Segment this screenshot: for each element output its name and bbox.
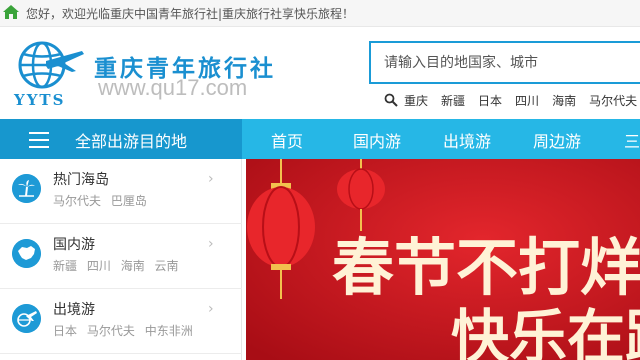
site-header: YYTS 重庆青年旅行社 www.qu17.com 重庆 新疆 日本 四川 海南…: [0, 27, 640, 119]
search-box: [369, 41, 640, 84]
category-subs: 新疆 四川 海南 云南: [53, 257, 185, 274]
hot-link-hainan[interactable]: 海南: [552, 92, 576, 109]
banner-art: 春节不打烊 快乐在路: [246, 159, 640, 360]
hot-link-sichuan[interactable]: 四川: [515, 92, 539, 109]
globe-plane-icon: [12, 304, 41, 333]
sub-link[interactable]: 马尔代夫: [53, 194, 101, 208]
all-destinations-button[interactable]: 全部出游目的地: [0, 119, 242, 159]
chevron-right-icon: ›: [208, 171, 214, 187]
category-domestic[interactable]: 国内游 新疆 四川 海南 云南 ›: [0, 224, 242, 289]
category-title: 出境游: [53, 302, 95, 318]
chevron-right-icon: ›: [208, 236, 214, 252]
nav-more[interactable]: 三: [624, 128, 640, 152]
banner-headline: 春节不打烊: [332, 231, 640, 304]
sub-link[interactable]: 巴厘岛: [111, 194, 147, 208]
nav-nearby[interactable]: 周边游: [533, 128, 581, 152]
nav-home[interactable]: 首页: [271, 128, 303, 152]
category-hot-islands[interactable]: 热门海岛 马尔代夫 巴厘岛 ›: [0, 159, 242, 224]
hot-link-maldives[interactable]: 马尔代夫: [589, 92, 637, 109]
sub-link[interactable]: 四川: [87, 259, 111, 273]
main-nav: 全部出游目的地 首页 国内游 出境游 周边游 三: [0, 119, 640, 159]
category-title: 热门海岛: [53, 172, 109, 188]
banner-subline: 快乐在路: [451, 303, 640, 360]
hot-destinations: 重庆 新疆 日本 四川 海南 马尔代夫: [384, 91, 640, 109]
chevron-right-icon: ›: [208, 301, 214, 317]
sub-link[interactable]: 海南: [121, 259, 145, 273]
sub-link[interactable]: 日本: [53, 324, 77, 338]
sub-link[interactable]: 中东非洲: [145, 324, 193, 338]
brand-url: www.qu17.com: [98, 75, 248, 100]
search-input[interactable]: [371, 43, 640, 82]
sub-link[interactable]: 云南: [155, 259, 179, 273]
menu-icon: [29, 132, 51, 148]
nav-domestic[interactable]: 国内游: [353, 128, 401, 152]
search-icon[interactable]: [384, 93, 398, 107]
category-title: 国内游: [53, 237, 95, 253]
palm-tree-icon: [12, 174, 41, 203]
category-subs: 日本 马尔代夫 中东非洲: [53, 322, 199, 339]
hot-link-xinjiang[interactable]: 新疆: [441, 92, 465, 109]
china-map-icon: [12, 239, 41, 268]
nav-outbound[interactable]: 出境游: [443, 128, 491, 152]
category-outbound[interactable]: 出境游 日本 马尔代夫 中东非洲 ›: [0, 289, 242, 354]
sub-link[interactable]: 新疆: [53, 259, 77, 273]
top-bar: 您好，欢迎光临重庆中国青年旅行社|重庆旅行社享快乐旅程！: [0, 0, 640, 27]
category-subs: 马尔代夫 巴厘岛: [53, 192, 153, 209]
all-destinations-label: 全部出游目的地: [75, 132, 188, 151]
hot-link-japan[interactable]: 日本: [478, 92, 502, 109]
logo-text: YYTS: [13, 91, 65, 109]
home-icon[interactable]: [2, 4, 20, 20]
welcome-text: 您好，欢迎光临重庆中国青年旅行社|重庆旅行社享快乐旅程！: [26, 7, 355, 21]
category-sidebar: 热门海岛 马尔代夫 巴厘岛 › 国内游 新疆 四川 海南 云南 › 出境游 日本: [0, 159, 242, 360]
hot-link-chongqing[interactable]: 重庆: [404, 92, 428, 109]
sub-link[interactable]: 马尔代夫: [87, 324, 135, 338]
promo-banner[interactable]: 春节不打烊 快乐在路: [246, 159, 640, 360]
logo-globe-icon[interactable]: YYTS: [12, 39, 84, 109]
